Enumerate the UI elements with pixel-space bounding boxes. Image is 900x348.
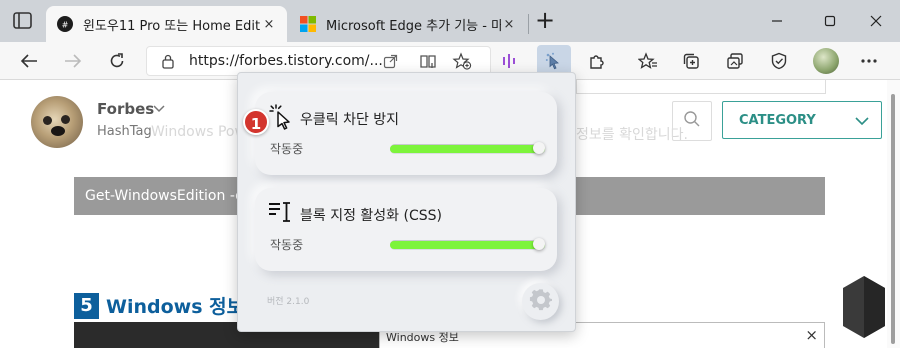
- browser-essentials-icon[interactable]: [768, 50, 790, 72]
- close-icon: ×: [805, 326, 818, 344]
- screenshot-capture-icon[interactable]: [724, 50, 746, 72]
- category-label: CATEGORY: [739, 112, 816, 128]
- tab-title: Microsoft Edge 추가 기능 - 마우스: [326, 18, 501, 34]
- hashtag-favicon-icon: #: [56, 15, 74, 33]
- search-icon: [683, 110, 701, 132]
- feature-status: 작동중: [270, 238, 304, 252]
- svg-text:#: #: [62, 21, 69, 30]
- close-window-button[interactable]: [863, 8, 889, 34]
- back-icon[interactable]: [18, 50, 40, 72]
- favorites-icon[interactable]: [637, 50, 659, 72]
- slider-knob[interactable]: [533, 142, 545, 154]
- url-text: https://forbes.tistory.com/...: [189, 53, 383, 69]
- extensions-puzzle-icon[interactable]: [586, 50, 608, 72]
- section-number: 5: [74, 292, 99, 319]
- tab-close-button[interactable]: ×: [261, 17, 277, 32]
- immersive-reader-icon[interactable]: [419, 53, 437, 74]
- lock-icon[interactable]: [161, 54, 175, 73]
- minimize-button[interactable]: [764, 8, 790, 34]
- microsoft-logo-icon: [299, 15, 317, 33]
- cursor-click-icon: [268, 104, 294, 130]
- avatar-eye: [43, 116, 52, 125]
- feature-card-text-select[interactable]: 블록 지정 활성화 (CSS) 작동중: [255, 188, 557, 271]
- blog-avatar[interactable]: [31, 96, 83, 148]
- equalizer-extension-icon[interactable]: [498, 50, 520, 72]
- search-dropdown-fragment: [576, 80, 826, 94]
- hashtag-logo: [841, 274, 887, 340]
- tab-blog[interactable]: # 윈도우11 Pro 또는 Home Edition ×: [46, 6, 287, 42]
- collections-icon[interactable]: [680, 50, 702, 72]
- search-button[interactable]: [672, 101, 712, 141]
- blog-tagline: HashTag: [97, 124, 152, 139]
- tab-title: 윈도우11 Pro 또는 Home Edition: [83, 18, 261, 34]
- avatar-eye: [61, 115, 70, 124]
- feature-title: 블록 지정 활성화 (CSS): [300, 208, 442, 224]
- more-options-icon[interactable]: [858, 50, 880, 72]
- tab-edge-addons[interactable]: Microsoft Edge 추가 기능 - 마우스 ×: [289, 6, 527, 42]
- feature-status: 작동중: [270, 142, 304, 156]
- cursor-extension-icon: [545, 52, 563, 74]
- slider-knob[interactable]: [533, 238, 545, 250]
- chevron-down-icon[interactable]: [151, 100, 167, 116]
- tab-divider: [528, 14, 529, 34]
- profile-avatar[interactable]: [813, 48, 839, 74]
- refresh-icon[interactable]: [106, 50, 128, 72]
- step-number-badge: 1: [243, 109, 269, 135]
- blog-name[interactable]: Forbes: [97, 100, 154, 118]
- add-favorite-icon[interactable]: [452, 52, 472, 74]
- scrollbar-thumb[interactable]: [891, 94, 895, 344]
- maximize-button[interactable]: [817, 8, 843, 34]
- feature-toggle-slider[interactable]: [390, 142, 545, 154]
- share-icon[interactable]: [383, 54, 398, 73]
- feature-toggle-slider[interactable]: [390, 238, 545, 250]
- extension-popup: 우클릭 차단 방지 작동중 블록 지정 활성화 (CSS) 작동중 버전 2.1…: [237, 72, 576, 332]
- settings-button[interactable]: [522, 283, 559, 320]
- gear-icon: [529, 288, 553, 316]
- tab-close-button[interactable]: ×: [501, 17, 517, 32]
- feature-title: 우클릭 차단 방지: [300, 112, 400, 128]
- feature-card-right-click[interactable]: 우클릭 차단 방지 작동중: [255, 92, 557, 175]
- slider-fill: [390, 145, 545, 153]
- category-dropdown[interactable]: CATEGORY: [722, 101, 882, 139]
- version-text: 버전 2.1.0: [267, 297, 310, 307]
- forward-icon[interactable]: [62, 50, 84, 72]
- text-select-icon: [268, 200, 294, 226]
- section-heading: 5 Windows 정보로: [74, 292, 262, 319]
- tab-actions-icon[interactable]: [12, 11, 34, 31]
- avatar-nose: [51, 126, 65, 136]
- tab-strip: # 윈도우11 Pro 또는 Home Edition × Microsoft …: [0, 0, 900, 42]
- new-tab-button[interactable]: +: [534, 8, 556, 32]
- code-text: Get-WindowsEdition -on: [85, 188, 253, 204]
- chevron-down-icon: [855, 117, 869, 126]
- slider-fill: [390, 241, 545, 249]
